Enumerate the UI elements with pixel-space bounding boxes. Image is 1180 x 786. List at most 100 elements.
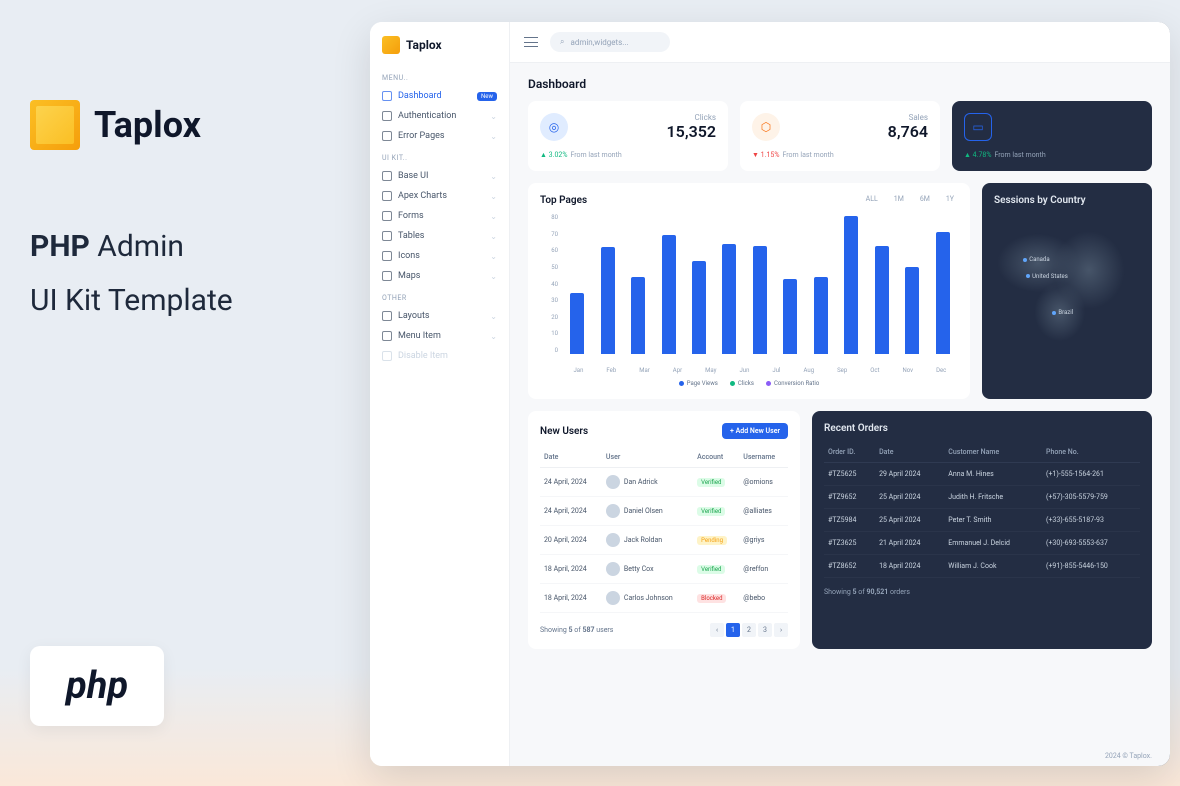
page-button[interactable]: 2 <box>742 623 756 637</box>
target-icon: ◎ <box>540 113 568 141</box>
avatar <box>606 475 620 489</box>
status-badge: Blocked <box>697 594 726 603</box>
stat-card-sales: ⬡ Sales 8,764 ▼ 1.15%From last month <box>740 101 940 171</box>
menu-icon <box>382 351 392 361</box>
new-users-panel: New Users + Add New User DateUserAccount… <box>528 411 800 649</box>
avatar <box>606 504 620 518</box>
time-filter[interactable]: 6M <box>914 193 936 205</box>
chevron-down-icon: ⌄ <box>490 332 497 341</box>
sidebar-item[interactable]: Layouts⌄ <box>378 306 501 326</box>
country-panel: Sessions by Country Canada United States… <box>982 183 1152 399</box>
sidebar-item: Disable Item <box>378 346 501 366</box>
chart-bar <box>875 246 889 355</box>
chevron-down-icon: ⌄ <box>490 252 497 261</box>
table-row[interactable]: #TZ598425 April 2024Peter T. Smith(+33)-… <box>824 509 1140 532</box>
menu-icon <box>382 171 392 181</box>
chevron-down-icon: ⌄ <box>490 132 497 141</box>
menu-icon <box>382 91 392 101</box>
section-other: OTHER <box>378 286 501 306</box>
php-badge: php <box>30 646 164 726</box>
menu-icon <box>382 271 392 281</box>
brand-name: Taplox <box>406 38 442 52</box>
page-button[interactable]: ‹ <box>710 623 724 637</box>
table-row[interactable]: 18 April, 2024Carlos JohnsonBlocked@bebo <box>540 584 788 613</box>
chart-bar <box>844 216 858 354</box>
bar-chart: 80706050403020100 JanFebMarAprMayJunJulA… <box>540 214 958 374</box>
page-title: Dashboard <box>510 63 1170 101</box>
avatar <box>606 591 620 605</box>
logo-box-icon <box>30 100 80 150</box>
sidebar-item[interactable]: Icons⌄ <box>378 246 501 266</box>
time-filter[interactable]: ALL <box>860 193 884 205</box>
promo-section: Taplox PHP Admin UI Kit Template <box>30 100 350 328</box>
trend-up-icon: ▲ <box>540 151 549 159</box>
sidebar-item[interactable]: Error Pages⌄ <box>378 126 501 146</box>
stat-card-clicks: ◎ Clicks 15,352 ▲ 3.02%From last month <box>528 101 728 171</box>
sidebar-brand[interactable]: Taplox <box>378 32 501 66</box>
promo-logo: Taplox <box>30 100 350 150</box>
table-row[interactable]: #TZ362521 April 2024Emmanuel J. Delcid(+… <box>824 532 1140 555</box>
chevron-down-icon: ⌄ <box>490 112 497 121</box>
table-row[interactable]: #TZ865218 April 2024William J. Cook(+91)… <box>824 555 1140 578</box>
menu-icon <box>382 131 392 141</box>
status-badge: Verified <box>697 478 725 487</box>
sidebar-item[interactable]: DashboardNew <box>378 86 501 106</box>
section-ui: UI KIT.. <box>378 146 501 166</box>
avatar <box>606 562 620 576</box>
promo-brand: Taplox <box>94 104 201 146</box>
bag-icon: ⬡ <box>752 113 780 141</box>
sidebar-item[interactable]: Base UI⌄ <box>378 166 501 186</box>
menu-icon <box>382 311 392 321</box>
chevron-down-icon: ⌄ <box>490 192 497 201</box>
logo-icon <box>382 36 400 54</box>
legend-item: Conversion Ratio <box>766 380 819 387</box>
table-row[interactable]: 24 April, 2024Dan AdrickVerified@omions <box>540 468 788 497</box>
main-content: ⌕ admin,widgets... Dashboard ◎ Clicks 15… <box>510 22 1170 766</box>
table-row[interactable]: 20 April, 2024Jack RoldanPending@griys <box>540 526 788 555</box>
sidebar-item[interactable]: Authentication⌄ <box>378 106 501 126</box>
page-button[interactable]: 1 <box>726 623 740 637</box>
table-row[interactable]: #TZ965225 April 2024Judith H. Fritsche(+… <box>824 486 1140 509</box>
menu-icon <box>382 191 392 201</box>
sidebar-item[interactable]: Apex Charts⌄ <box>378 186 501 206</box>
stat-row: ◎ Clicks 15,352 ▲ 3.02%From last month ⬡… <box>510 101 1170 183</box>
world-map: Canada United States Brazil <box>994 214 1140 354</box>
menu-icon <box>382 251 392 261</box>
sidebar-item[interactable]: Menu Item⌄ <box>378 326 501 346</box>
search-icon: ⌕ <box>560 37 564 47</box>
page-button[interactable]: 3 <box>758 623 772 637</box>
sidebar-item[interactable]: Forms⌄ <box>378 206 501 226</box>
map-pin[interactable]: United States <box>1026 273 1068 280</box>
sidebar-item[interactable]: Maps⌄ <box>378 266 501 286</box>
users-table: DateUserAccountUsername 24 April, 2024Da… <box>540 447 788 613</box>
orders-table: Order ID.DateCustomer NamePhone No. #TZ5… <box>824 442 1140 578</box>
chart-bar <box>570 293 584 354</box>
promo-heading: PHP Admin UI Kit Template <box>30 220 350 328</box>
time-filter[interactable]: 1Y <box>940 193 960 205</box>
time-filter[interactable]: 1M <box>888 193 910 205</box>
search-input[interactable]: ⌕ admin,widgets... <box>550 32 670 52</box>
calendar-icon: ▭ <box>964 113 992 141</box>
orders-panel: Recent Orders Order ID.DateCustomer Name… <box>812 411 1152 649</box>
topbar: ⌕ admin,widgets... <box>510 22 1170 63</box>
table-row[interactable]: 24 April, 2024Daniel OlsenVerified@allia… <box>540 497 788 526</box>
sidebar-item[interactable]: Tables⌄ <box>378 226 501 246</box>
trend-down-icon: ▼ <box>752 151 761 159</box>
chevron-down-icon: ⌄ <box>490 232 497 241</box>
status-badge: Pending <box>697 536 727 545</box>
stat-card-dark: ▭ ▲ 4.78%From last month <box>952 101 1152 171</box>
app-screenshot: Taplox MENU.. DashboardNewAuthentication… <box>370 22 1170 766</box>
new-badge: New <box>477 92 497 101</box>
menu-icon <box>382 331 392 341</box>
chevron-down-icon: ⌄ <box>490 312 497 321</box>
section-menu: MENU.. <box>378 66 501 86</box>
map-pin[interactable]: Canada <box>1023 256 1049 263</box>
legend-item: Clicks <box>730 380 754 387</box>
table-row[interactable]: 18 April, 2024Betty CoxVerified@reffon <box>540 555 788 584</box>
add-user-button[interactable]: + Add New User <box>722 423 788 439</box>
app-footer: 2024 © Taplox. <box>1105 752 1152 760</box>
hamburger-icon[interactable] <box>524 37 538 47</box>
page-button[interactable]: › <box>774 623 788 637</box>
table-row[interactable]: #TZ562529 April 2024Anna M. Hines(+1)-55… <box>824 463 1140 486</box>
map-pin[interactable]: Brazil <box>1052 309 1073 316</box>
